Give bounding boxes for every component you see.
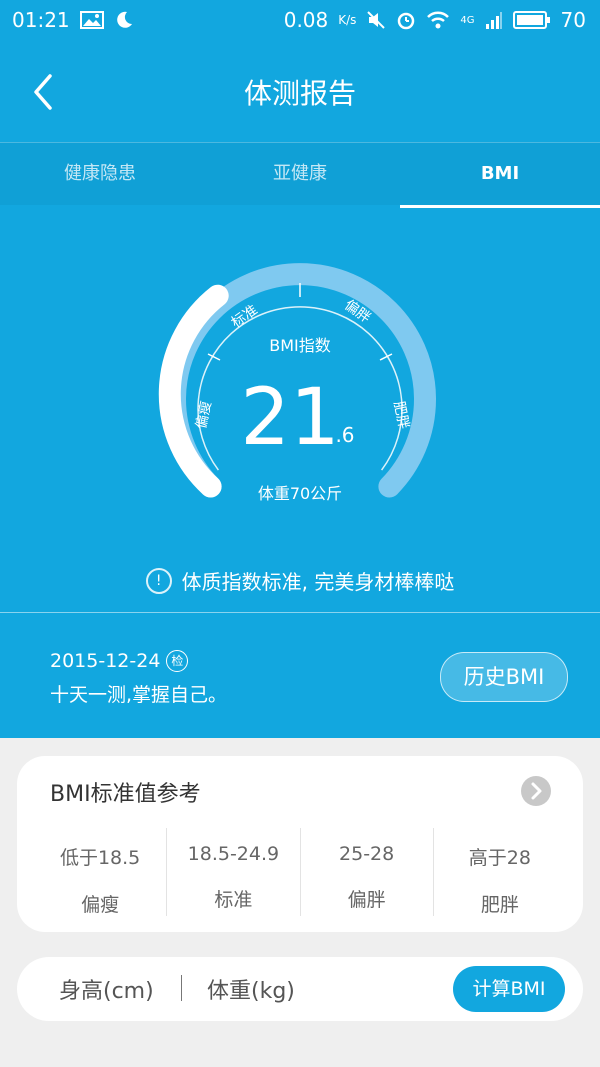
signal-icon: [485, 12, 502, 29]
net-speed: 0.08: [283, 8, 329, 32]
range-cell: 高于28 肥胖: [434, 828, 566, 916]
date-text: 2015-12-24: [50, 650, 161, 672]
battery-level: 70: [560, 8, 586, 32]
net-unit: K/s: [338, 13, 357, 27]
nav-bar: 体测报告: [0, 42, 600, 142]
reference-expand-button[interactable]: [521, 776, 551, 806]
divider: [181, 975, 182, 1001]
status-time: 01:21: [12, 8, 70, 32]
alarm-icon: [398, 12, 415, 30]
range-cell: 低于18.5 偏瘦: [34, 828, 168, 916]
tab-sub-health[interactable]: 亚健康: [200, 143, 400, 205]
top-panel: 01:21 0.08 K/s 4G 70 体测报告 健康隐患 亚健康 BMI 偏…: [0, 0, 600, 738]
page-title: 体测报告: [243, 77, 356, 110]
status-hint: ! 体质指数标准, 完美身材棒棒哒: [0, 566, 600, 595]
image-icon: [79, 11, 104, 29]
bmi-value-dec: .6: [335, 423, 354, 447]
battery-icon: [512, 11, 550, 29]
check-badge-icon: 检: [166, 650, 189, 672]
moon-icon: [116, 11, 132, 28]
status-bar: 01:21 0.08 K/s 4G 70: [0, 0, 600, 42]
mute-icon: [367, 11, 386, 29]
reference-ranges: 低于18.5 偏瘦 18.5-24.9 标准 25-28 偏胖 高于28 肥胖: [34, 828, 566, 916]
range-label: 偏瘦: [81, 894, 120, 916]
record-date: 2015-12-24 检: [50, 650, 189, 672]
weight-text: 体重70公斤: [258, 484, 342, 503]
zone-label-obese: 肥胖: [390, 400, 411, 431]
range-label: 肥胖: [480, 894, 519, 916]
divider: [0, 612, 600, 613]
info-icon: !: [145, 567, 172, 594]
calculate-bmi-button[interactable]: 计算BMI: [453, 966, 565, 1012]
network-type: 4G: [460, 14, 475, 26]
bmi-reference-card: BMI标准值参考 低于18.5 偏瘦 18.5-24.9 标准 25-28 偏胖…: [17, 756, 583, 932]
range-label: 标准: [214, 889, 253, 911]
height-input[interactable]: 身高(cm): [59, 973, 154, 1005]
tab-bmi[interactable]: BMI: [400, 143, 600, 208]
history-bmi-button[interactable]: 历史BMI: [440, 652, 568, 702]
range-value: 低于18.5: [59, 847, 141, 869]
range-value: 18.5-24.9: [187, 843, 280, 865]
bmi-gauge: 偏瘦 标准 偏胖 肥胖 BMI指数 21 .6 体重70公斤: [158, 263, 436, 503]
bmi-value-int: 21: [240, 373, 339, 463]
range-cell: 25-28 偏胖: [301, 828, 434, 916]
tab-bar: 健康隐患 亚健康 BMI: [0, 142, 600, 208]
chevron-right-icon: [531, 782, 542, 800]
tab-health-risk[interactable]: 健康隐患: [0, 143, 200, 205]
gauge-label: BMI指数: [269, 336, 331, 355]
range-cell: 18.5-24.9 标准: [167, 828, 301, 916]
weight-input[interactable]: 体重(kg): [207, 973, 295, 1005]
wifi-icon: [427, 11, 450, 29]
slogan-text: 十天一测,掌握自己。: [50, 684, 228, 706]
range-value: 高于28: [468, 847, 531, 869]
reference-title: BMI标准值参考: [50, 782, 201, 807]
zone-label-thin: 偏瘦: [192, 400, 214, 431]
bmi-calculator: 身高(cm) 体重(kg) 计算BMI: [17, 957, 583, 1021]
range-label: 偏胖: [347, 889, 386, 911]
hint-text: 体质指数标准, 完美身材棒棒哒: [181, 570, 455, 594]
range-value: 25-28: [339, 843, 395, 865]
